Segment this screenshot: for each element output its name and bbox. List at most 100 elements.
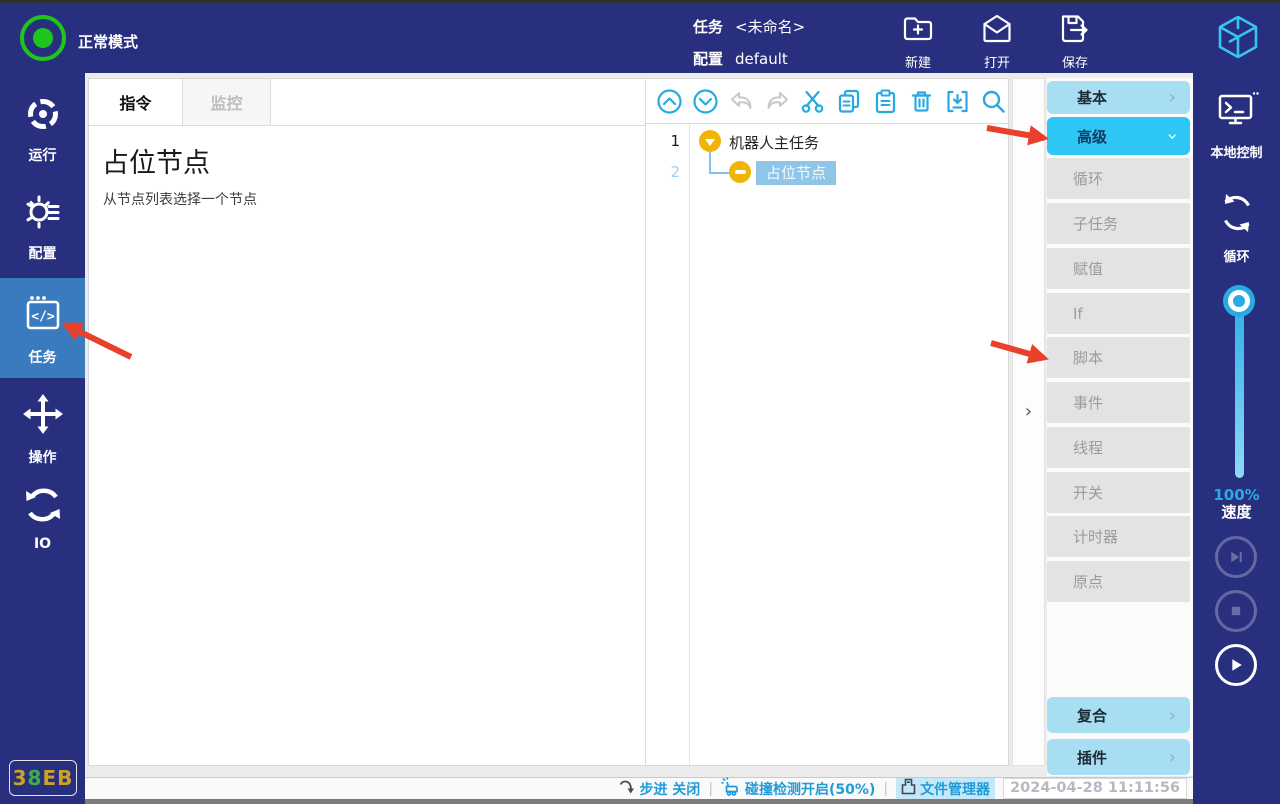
palette-collapse-strip: › xyxy=(1012,78,1045,766)
loop-mode-button[interactable]: 循环 xyxy=(1193,190,1280,265)
save-task-button[interactable]: 保存 xyxy=(1037,11,1113,71)
tree-root-node[interactable]: 机器人主任务 xyxy=(729,132,819,153)
config-value: default xyxy=(735,50,788,68)
group-label: 基本 xyxy=(1077,87,1107,108)
nav-item-run[interactable]: 运行 xyxy=(0,94,85,165)
palette-group-advanced[interactable]: 高级› xyxy=(1047,117,1190,155)
move-down-icon[interactable] xyxy=(692,88,719,115)
brand-logo-icon xyxy=(1212,11,1264,67)
cut-icon[interactable] xyxy=(800,88,827,115)
task-name-row: 任务<未命名> xyxy=(693,16,805,37)
palette-item-home[interactable]: 原点 xyxy=(1047,561,1190,602)
robot-teach-pendant-app: 正常模式 任务<未命名> 配置default 新建 打开 保存 xyxy=(0,0,1280,804)
file-manager-label: 文件管理器 xyxy=(920,779,990,799)
checksum-badge: 38EB xyxy=(9,760,77,796)
file-manager-button[interactable]: 文件管理器 xyxy=(896,778,995,799)
open-label: 打开 xyxy=(959,52,1035,71)
play-button[interactable] xyxy=(1215,644,1257,686)
collision-detect-status[interactable]: 碰撞检测开启(50%) xyxy=(721,777,875,800)
config-name-row: 配置 default xyxy=(693,48,788,69)
copy-icon[interactable] xyxy=(836,88,863,115)
new-icon xyxy=(900,32,936,51)
palette-item-thread[interactable]: 线程 xyxy=(1047,427,1190,468)
undo-icon[interactable] xyxy=(728,88,755,115)
nav-operate-label: 操作 xyxy=(29,447,57,467)
stop-button[interactable] xyxy=(1215,590,1257,632)
code-window-icon: </> xyxy=(20,292,66,340)
gear-icon xyxy=(23,192,63,236)
run-icon xyxy=(23,94,63,138)
badge-chars: EB xyxy=(42,766,73,790)
nav-item-task[interactable]: </> 任务 xyxy=(0,292,85,367)
nav-item-io[interactable]: IO xyxy=(0,485,85,552)
palette-group-basic[interactable]: 基本 › xyxy=(1047,81,1190,114)
speed-value: 100% xyxy=(1193,487,1280,504)
redo-icon[interactable] xyxy=(764,88,791,115)
new-task-button[interactable]: 新建 xyxy=(880,11,956,71)
collision-robot-icon xyxy=(721,777,741,800)
tab-monitor[interactable]: 监控 xyxy=(183,79,271,125)
line-number: 2 xyxy=(646,163,680,181)
tree-connector xyxy=(709,172,729,174)
palette-item-subtask[interactable]: 子任务 xyxy=(1047,203,1190,244)
nav-task-label: 任务 xyxy=(29,347,57,367)
tree-connector xyxy=(709,152,711,173)
speed-readout: 100% 速度 xyxy=(1193,487,1280,521)
step-button[interactable] xyxy=(1215,536,1257,578)
speed-slider-track[interactable] xyxy=(1235,301,1244,478)
right-control-sidebar: 本地控制 循环 100% 速度 xyxy=(1193,73,1280,804)
save-label: 保存 xyxy=(1037,52,1113,71)
new-label: 新建 xyxy=(880,52,956,71)
datetime-display: 2024-04-28 11:11:56 xyxy=(1003,778,1187,799)
status-separator: | xyxy=(708,781,713,797)
palette-group-plugin[interactable]: 插件› xyxy=(1047,739,1190,775)
nav-item-config[interactable]: 配置 xyxy=(0,192,85,263)
svg-text:</>: </> xyxy=(31,310,55,325)
config-label: 配置 xyxy=(693,50,723,68)
left-nav-sidebar: 运行 配置 </> 任务 操作 IO 38EB xyxy=(0,73,85,804)
tab-bar: 指令 监控 xyxy=(89,79,645,126)
triangle-down-icon xyxy=(705,139,715,146)
io-swap-icon xyxy=(23,485,63,529)
instruction-panel: 指令 监控 占位节点 从节点列表选择一个节点 1 2 机器人主任务 占位节点 xyxy=(88,78,1009,766)
search-icon[interactable] xyxy=(980,88,1007,115)
nav-config-label: 配置 xyxy=(29,243,57,263)
terminal-monitor-icon xyxy=(1214,90,1260,136)
node-palette: 基本› 高级› 循环 子任务 赋值 If 脚本 事件 线程 开关 计时器 原点 … xyxy=(1047,78,1193,776)
robot-status-indicator[interactable] xyxy=(20,15,66,61)
palette-item-script[interactable]: 脚本 xyxy=(1047,337,1190,378)
tree-selected-node[interactable]: 占位节点 xyxy=(756,161,836,185)
palette-item-switch[interactable]: 开关 xyxy=(1047,472,1190,513)
local-control-button[interactable]: 本地控制 xyxy=(1193,90,1280,161)
tab-instruction[interactable]: 指令 xyxy=(89,79,183,125)
step-arrow-icon xyxy=(618,778,635,799)
delete-icon[interactable] xyxy=(908,88,935,115)
status-separator: | xyxy=(883,781,888,797)
step-mode-label: 步进 关闭 xyxy=(639,779,700,799)
chevron-right-icon[interactable]: › xyxy=(1013,401,1044,422)
task-node-expand-icon[interactable] xyxy=(699,130,721,152)
placeholder-node-icon[interactable] xyxy=(729,161,751,183)
status-bar: 步进 关闭 | 碰撞检测开启(50%) | 文件管理器 2024-04-28 1… xyxy=(85,777,1193,799)
palette-item-assign[interactable]: 赋值 xyxy=(1047,248,1190,289)
chevron-right-icon: › xyxy=(1169,87,1176,108)
step-mode-status[interactable]: 步进 关闭 xyxy=(618,778,700,799)
move-up-icon[interactable] xyxy=(656,88,683,115)
file-manager-icon xyxy=(901,778,916,799)
palette-item-if[interactable]: If xyxy=(1047,293,1190,334)
palette-item-loop[interactable]: 循环 xyxy=(1047,158,1190,199)
paste-icon[interactable] xyxy=(872,88,899,115)
palette-item-timer[interactable]: 计时器 xyxy=(1047,516,1190,557)
palette-group-composite[interactable]: 复合› xyxy=(1047,697,1190,733)
chevron-down-icon: › xyxy=(1162,132,1183,139)
task-value: <未命名> xyxy=(735,18,805,36)
loop-label: 循环 xyxy=(1223,246,1249,265)
open-task-button[interactable]: 打开 xyxy=(959,11,1035,71)
save-icon xyxy=(1057,32,1093,51)
local-control-label: 本地控制 xyxy=(1210,142,1262,161)
collapse-icon[interactable] xyxy=(944,88,971,115)
nav-item-operate[interactable]: 操作 xyxy=(0,392,85,467)
palette-item-event[interactable]: 事件 xyxy=(1047,382,1190,423)
speed-slider-handle[interactable] xyxy=(1228,290,1250,312)
mode-label: 正常模式 xyxy=(78,31,138,52)
